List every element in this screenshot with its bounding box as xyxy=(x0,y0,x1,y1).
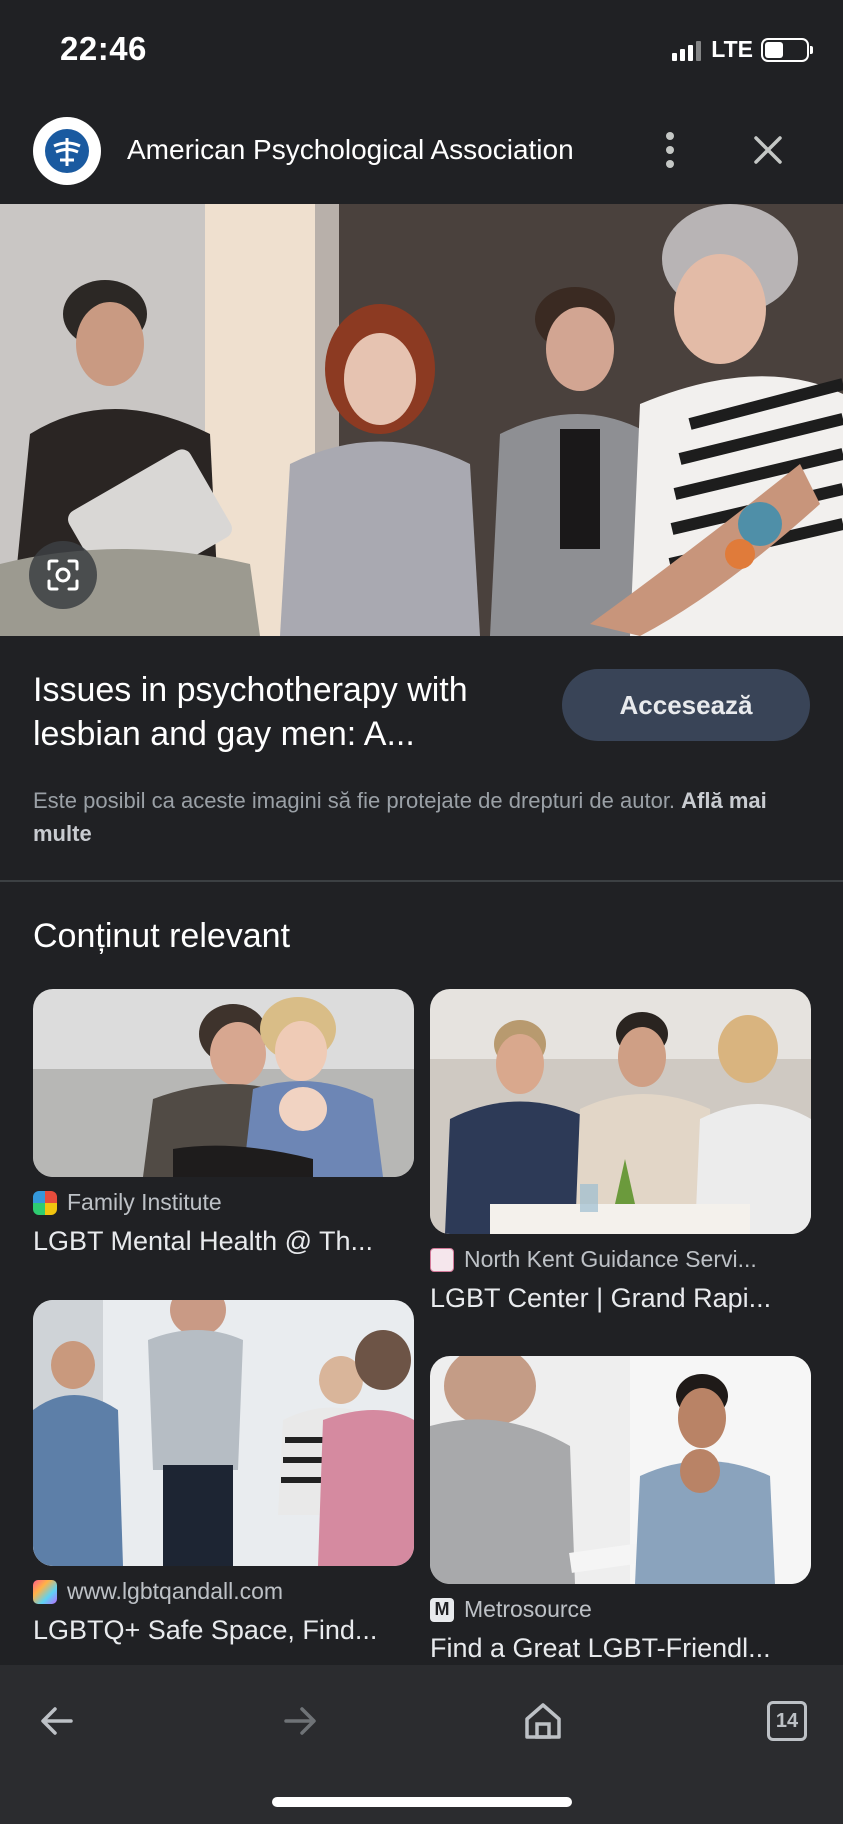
header-bar: American Psychological Association xyxy=(0,100,843,204)
close-icon[interactable] xyxy=(748,130,788,170)
result-title[interactable]: Issues in psychotherapy with lesbian and… xyxy=(33,668,553,756)
related-source-name: Family Institute xyxy=(67,1189,222,1215)
arrow-back-icon[interactable] xyxy=(27,1691,87,1751)
related-title[interactable]: LGBT Center | Grand Rapi... xyxy=(430,1283,811,1314)
network-type: LTE xyxy=(711,36,753,62)
home-indicator[interactable] xyxy=(272,1797,572,1807)
related-card[interactable]: www.lgbtqandall.com LGBTQ+ Safe Space, F… xyxy=(33,1300,414,1646)
home-icon[interactable] xyxy=(513,1691,573,1751)
battery-icon xyxy=(761,37,813,62)
related-thumbnail[interactable] xyxy=(430,1356,811,1584)
signal-icon xyxy=(672,39,702,61)
copyright-notice: Este posibil ca aceste imagini să fie pr… xyxy=(33,784,793,850)
related-source: North Kent Guidance Servi... xyxy=(430,1246,811,1273)
site-title[interactable]: American Psychological Association xyxy=(127,134,574,166)
related-heading: Conținut relevant xyxy=(33,917,291,955)
related-source: www.lgbtqandall.com xyxy=(33,1578,414,1605)
hero-image[interactable] xyxy=(0,204,843,636)
tab-count: 14 xyxy=(767,1701,807,1741)
tab-switcher-button[interactable]: 14 xyxy=(757,1691,817,1751)
related-thumbnail[interactable] xyxy=(430,989,811,1234)
status-bar: 22:46 LTE xyxy=(0,0,843,100)
related-source-name: North Kent Guidance Servi... xyxy=(464,1246,757,1272)
related-source-name: Metrosource xyxy=(464,1596,592,1622)
related-thumbnail[interactable] xyxy=(33,989,414,1177)
arrow-forward-icon[interactable] xyxy=(270,1691,330,1751)
related-source: M Metrosource xyxy=(430,1596,811,1623)
apa-logo-icon xyxy=(33,117,101,185)
more-vert-icon[interactable] xyxy=(654,124,686,176)
related-card[interactable]: M Metrosource Find a Great LGBT-Friendl.… xyxy=(430,1356,811,1664)
north-kent-favicon-icon xyxy=(430,1247,454,1272)
related-title[interactable]: LGBT Mental Health @ Th... xyxy=(33,1226,414,1257)
family-institute-favicon-icon xyxy=(33,1190,57,1215)
related-source: Family Institute xyxy=(33,1189,414,1216)
divider xyxy=(0,880,843,882)
related-thumbnail[interactable] xyxy=(33,1300,414,1566)
related-card[interactable]: North Kent Guidance Servi... LGBT Center… xyxy=(430,989,811,1314)
metrosource-favicon-icon: M xyxy=(430,1597,454,1622)
related-title[interactable]: LGBTQ+ Safe Space, Find... xyxy=(33,1615,414,1646)
related-title[interactable]: Find a Great LGBT-Friendl... xyxy=(430,1633,811,1664)
related-source-name: www.lgbtqandall.com xyxy=(67,1578,284,1604)
related-card[interactable]: Family Institute LGBT Mental Health @ Th… xyxy=(33,989,414,1257)
status-time: 22:46 xyxy=(60,30,147,67)
lens-search-icon[interactable] xyxy=(29,541,97,609)
lgbtqandall-favicon-icon xyxy=(33,1579,57,1604)
visit-button[interactable]: Accesează xyxy=(562,669,810,741)
status-indicators: LTE xyxy=(672,36,813,63)
copyright-text: Este posibil ca aceste imagini să fie pr… xyxy=(33,788,676,813)
